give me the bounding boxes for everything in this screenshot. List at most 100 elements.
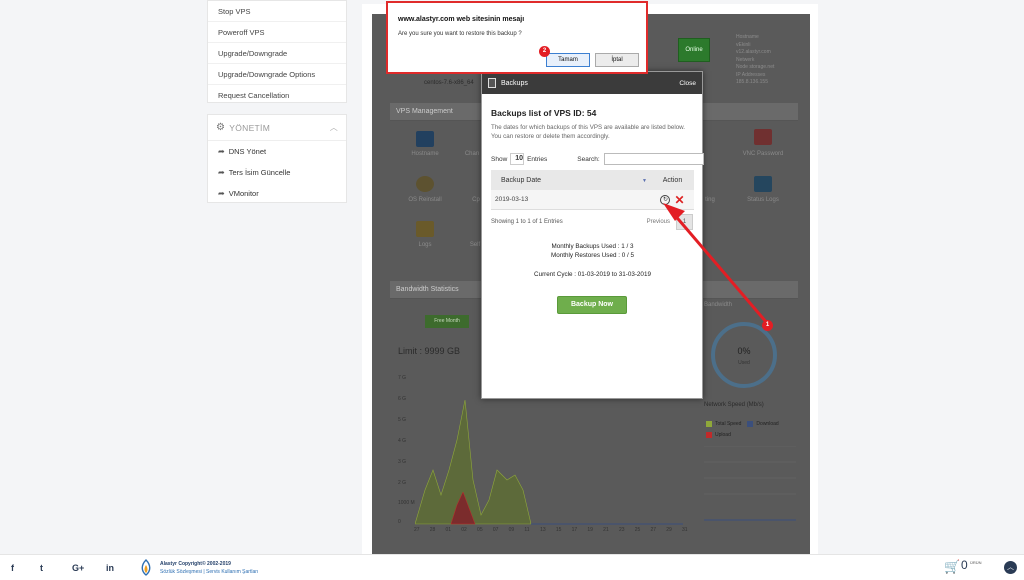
legend-row-2: Upload (706, 432, 731, 438)
legend-upload: Upload (715, 432, 731, 438)
y-tick: 3 G (398, 459, 407, 465)
donut-value: 0% (737, 346, 751, 356)
modal-header-title: Backups (501, 79, 528, 87)
link-dns-yonet[interactable]: ➦ DNS Yönet (208, 141, 346, 162)
entries-label: Entries (527, 155, 548, 163)
management-header[interactable]: ⚙ YÖNETİM ︿ (208, 115, 346, 141)
chevron-up-icon[interactable]: ︿ (330, 122, 338, 133)
menu-poweroff-vps[interactable]: Poweroff VPS (208, 22, 346, 43)
info-line: Netwerk (736, 56, 755, 63)
y-tick: 7 G (398, 375, 407, 381)
os-reinstall-label: OS Reinstall (408, 197, 442, 203)
arrow-shaft (671, 212, 769, 324)
x-tick: 19 (587, 527, 593, 533)
cart-icon[interactable]: 🛒 (944, 559, 960, 575)
document-icon (488, 78, 496, 88)
share-icon: ➦ (218, 189, 225, 198)
backups-description: The dates for which backups of this VPS … (491, 124, 685, 140)
table-controls: Show 10 ⌄ Entries Search: (491, 152, 704, 166)
info-line: 185.8.136.155 (736, 79, 768, 85)
legend-swatch-total (706, 421, 712, 427)
vps-management-title: VPS Management (396, 108, 453, 115)
link-label: VMonitor (228, 189, 259, 198)
link-ters-isim[interactable]: ➦ Ters İsim Güncelle (208, 162, 346, 183)
link-vmonitor[interactable]: ➦ VMonitor (208, 183, 346, 204)
linkedin-icon[interactable]: in (106, 555, 114, 580)
ok-button[interactable]: Tamam (546, 53, 590, 67)
search-label: Search: (577, 155, 600, 163)
vps-management-header-right (702, 103, 798, 121)
hostname-label: Hostname (411, 151, 439, 157)
scroll-top-icon[interactable]: ︿ (1004, 561, 1017, 574)
entries-select[interactable]: 10 ⌄ (510, 153, 525, 165)
x-tick: 05 (477, 527, 483, 533)
link-label: Ters İsim Güncelle (228, 168, 291, 177)
info-line: Node storage.net (736, 64, 775, 70)
col-date-label: Backup Date (501, 176, 542, 184)
menu-stop-vps[interactable]: Stop VPS (208, 1, 346, 22)
x-tick: 25 (634, 527, 641, 533)
share-icon: ➦ (218, 147, 225, 156)
limit-text: Limit : 9999 GB (398, 346, 461, 356)
self-label: Self (469, 242, 481, 248)
network-speed-chart (704, 446, 796, 521)
legend: Total Speed Download (706, 421, 779, 427)
legend-swatch-upload (706, 432, 712, 438)
bandwidth-header: Bandwidth Statistics (390, 281, 482, 299)
logs-icon[interactable] (416, 221, 434, 237)
bandwidth-chart (415, 399, 683, 525)
search-input[interactable] (603, 153, 704, 165)
facebook-icon[interactable]: f (11, 555, 14, 580)
cart-count: 0 (961, 558, 968, 572)
arrow-head (663, 203, 685, 221)
confirm-message: Are you sure you want to restore this ba… (398, 31, 522, 37)
confirm-dialog: www.alastyr.com web sitesinin mesajı Are… (386, 1, 648, 74)
annotation-arrow (663, 203, 769, 324)
x-tick: 13 (540, 527, 546, 533)
logs-label: Logs (418, 242, 432, 248)
cancel-button[interactable]: İptal (595, 53, 639, 67)
showing-text: Showing 1 to 1 of 1 Entries (491, 219, 563, 225)
vnc-password-icon[interactable] (754, 129, 772, 145)
twitter-icon[interactable]: t (40, 555, 43, 580)
free-month-button[interactable]: Free Month (425, 315, 469, 328)
info-line: v12.alastyr.com (736, 49, 771, 55)
footer-links[interactable]: Sözlük Sözleşmesi | Servis Kullanım Şart… (160, 569, 258, 575)
menu-upgrade-downgrade-options[interactable]: Upgrade/Downgrade Options (208, 64, 346, 85)
cart-label: ÜRÜN (970, 560, 982, 565)
legend-swatch-download (747, 421, 754, 427)
vps-management-header: VPS Management (390, 103, 482, 121)
x-tick: 09 (508, 527, 515, 533)
x-tick: 27 (414, 527, 420, 533)
legend-download: Download (756, 421, 779, 427)
status-logs-icon[interactable] (754, 176, 772, 192)
y-tick: 0 (398, 519, 401, 525)
sort-icon[interactable]: ▼ (642, 178, 647, 184)
x-tick: 23 (618, 527, 625, 533)
menu-upgrade-downgrade[interactable]: Upgrade/Downgrade (208, 43, 346, 64)
footer-copyright: Alastyr Copyright© 2002-2019 (160, 561, 231, 567)
x-tick: 28 (429, 527, 436, 533)
bandwidth-title: Bandwidth Statistics (396, 286, 459, 293)
os-label: centos-7.6-x86_64 (424, 80, 474, 86)
menu-request-cancellation[interactable]: Request Cancellation (208, 85, 346, 106)
management-card: ⚙ YÖNETİM ︿ ➦ DNS Yönet ➦ Ters İsim Güncel… (207, 114, 347, 203)
vnc-password-label: VNC Password (742, 151, 784, 157)
y-tick: 1000 M (398, 500, 415, 506)
x-tick: 02 (461, 527, 467, 533)
os-reinstall-icon[interactable] (416, 176, 434, 192)
y-tick: 4 G (398, 438, 407, 444)
col-backup-date[interactable]: Backup Date ▼ (491, 177, 651, 184)
close-button[interactable]: Close (679, 80, 696, 87)
monitor-icon[interactable] (416, 131, 434, 147)
info-line: Hostname (736, 34, 759, 40)
step-badge-2: 2 (539, 46, 550, 57)
backup-date-cell: 2019-03-13 (495, 196, 529, 203)
y-tick: 6 G (398, 396, 407, 402)
y-tick: 5 G (398, 417, 407, 423)
network-speed-label: Network Speed (Mb/s) (704, 402, 764, 408)
backup-now-button[interactable]: Backup Now (557, 296, 627, 314)
alastyr-logo-icon (141, 559, 151, 576)
google-plus-icon[interactable]: G+ (72, 555, 84, 580)
total-speed-area (415, 399, 532, 525)
